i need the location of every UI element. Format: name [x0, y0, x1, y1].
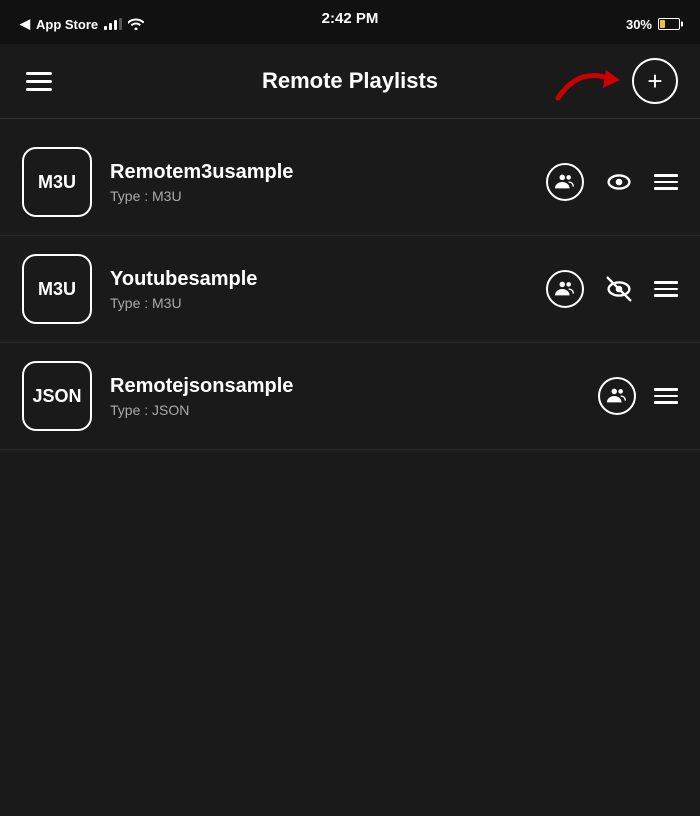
playlist-type-label: Type : M3U [110, 295, 528, 311]
people-icon[interactable] [546, 163, 584, 201]
people-icon[interactable] [598, 377, 636, 415]
people-icon[interactable] [546, 270, 584, 308]
playlist-list: M3U Remotem3usample Type : M3U M3U Youtubes… [0, 119, 700, 460]
arrow-annotation [548, 48, 628, 108]
playlist-name: Remotem3usample [110, 161, 528, 184]
playlist-name: Youtubesample [110, 268, 528, 291]
item-menu-button[interactable] [654, 388, 678, 404]
playlist-name: Remotejsonsample [110, 375, 580, 398]
type-badge: M3U [22, 254, 92, 324]
playlist-item: M3U Youtubesample Type : M3U [0, 236, 700, 343]
playlist-actions [546, 163, 678, 201]
playlist-item: M3U Remotem3usample Type : M3U [0, 129, 700, 236]
hamburger-menu-button[interactable] [22, 68, 56, 95]
playlist-type-label: Type : M3U [110, 188, 528, 204]
playlist-info: Youtubesample Type : M3U [110, 268, 528, 311]
status-right: 30% [626, 17, 680, 32]
item-menu-button[interactable] [654, 174, 678, 190]
type-badge: M3U [22, 147, 92, 217]
eye-icon[interactable] [602, 165, 636, 199]
status-time: 2:42 PM [322, 10, 379, 27]
playlist-actions [598, 377, 678, 415]
playlist-info: Remotem3usample Type : M3U [110, 161, 528, 204]
back-arrow: ◀ [20, 16, 30, 32]
eye-striked-icon[interactable] [602, 272, 636, 306]
playlist-type-label: Type : JSON [110, 402, 580, 418]
wifi-icon [128, 18, 144, 30]
type-badge: JSON [22, 361, 92, 431]
item-menu-button[interactable] [654, 281, 678, 297]
add-button-container: + [632, 58, 678, 104]
nav-bar: Remote Playlists + [0, 44, 700, 119]
playlist-item: JSON Remotejsonsample Type : JSON [0, 343, 700, 450]
playlist-info: Remotejsonsample Type : JSON [110, 375, 580, 418]
add-playlist-button[interactable]: + [632, 58, 678, 104]
page-title: Remote Playlists [262, 68, 438, 94]
signal-bars [104, 18, 122, 30]
status-bar: ◀ App Store 2:42 PM 30% [0, 0, 700, 44]
carrier-label: App Store [36, 17, 98, 32]
battery-percent: 30% [626, 17, 652, 32]
battery-icon [658, 18, 680, 30]
playlist-actions [546, 270, 678, 308]
status-left: ◀ App Store [20, 16, 144, 32]
